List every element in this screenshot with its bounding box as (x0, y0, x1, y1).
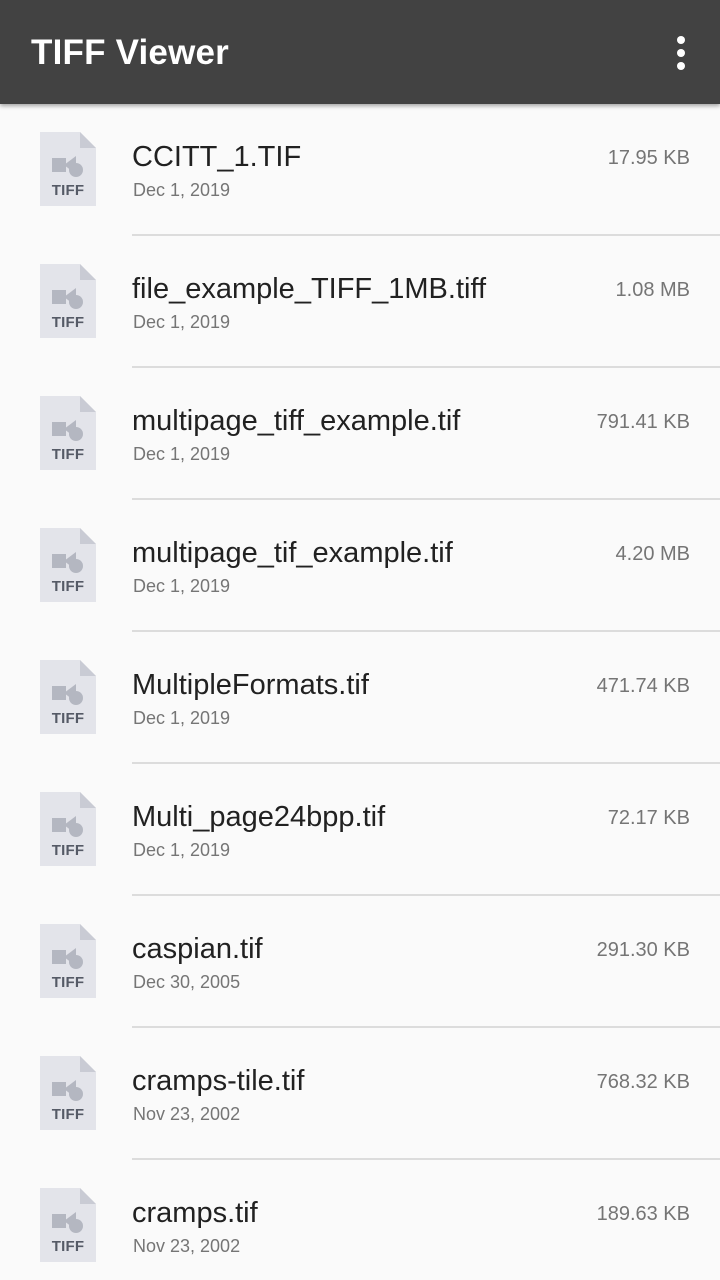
file-type-label: TIFF (51, 1238, 85, 1255)
tiff-file-icon: TIFF (40, 528, 96, 602)
file-name: multipage_tiff_example.tif (132, 405, 461, 437)
file-size: 72.17 KB (607, 807, 690, 829)
file-row[interactable]: TIFF CCITT_1.TIF Dec 1, 2019 17.95 KB (0, 104, 720, 236)
file-row[interactable]: TIFF cramps-tile.tif Nov 23, 2002 768.32… (0, 1028, 720, 1160)
file-type-label: TIFF (51, 974, 85, 991)
file-type-label: TIFF (51, 842, 85, 859)
tiff-file-icon: TIFF (40, 792, 96, 866)
file-date: Dec 1, 2019 (133, 312, 231, 332)
file-size: 768.32 KB (596, 1071, 690, 1093)
file-size: 791.41 KB (596, 411, 690, 433)
file-name: CCITT_1.TIF (132, 141, 302, 173)
file-row[interactable]: TIFF Multi_page24bpp.tif Dec 1, 2019 72.… (0, 764, 720, 896)
file-name: cramps.tif (132, 1197, 258, 1229)
tiff-file-icon: TIFF (40, 396, 96, 470)
tiff-file-icon: TIFF (40, 264, 96, 338)
tiff-viewer-app: TIFF Viewer TIFF CCITT_1.TIF Dec 1, 2019… (0, 0, 720, 1280)
file-date: Dec 1, 2019 (133, 180, 231, 200)
file-size: 471.74 KB (596, 675, 690, 697)
file-type-label: TIFF (51, 1106, 85, 1123)
file-date: Nov 23, 2002 (133, 1104, 241, 1124)
file-size: 291.30 KB (596, 939, 690, 961)
file-row[interactable]: TIFF file_example_TIFF_1MB.tiff Dec 1, 2… (0, 236, 720, 368)
file-date: Dec 1, 2019 (133, 708, 231, 728)
file-name: multipage_tif_example.tif (132, 537, 453, 569)
file-name: Multi_page24bpp.tif (132, 801, 386, 833)
file-date: Dec 30, 2005 (133, 972, 241, 992)
file-row[interactable]: TIFF cramps.tif Nov 23, 2002 189.63 KB (0, 1160, 720, 1280)
file-row[interactable]: TIFF MultipleFormats.tif Dec 1, 2019 471… (0, 632, 720, 764)
file-size: 189.63 KB (596, 1203, 690, 1225)
file-name: MultipleFormats.tif (132, 669, 369, 701)
file-date: Dec 1, 2019 (133, 840, 231, 860)
file-type-label: TIFF (51, 446, 85, 463)
file-type-label: TIFF (51, 314, 85, 331)
file-name: file_example_TIFF_1MB.tiff (132, 273, 487, 305)
more-vert-icon[interactable] (664, 30, 698, 76)
tiff-file-icon: TIFF (40, 1056, 96, 1130)
file-row[interactable]: TIFF caspian.tif Dec 30, 2005 291.30 KB (0, 896, 720, 1028)
file-date: Dec 1, 2019 (133, 444, 231, 464)
file-row[interactable]: TIFF multipage_tif_example.tif Dec 1, 20… (0, 500, 720, 632)
tiff-file-icon: TIFF (40, 1188, 96, 1262)
file-list[interactable]: TIFF CCITT_1.TIF Dec 1, 2019 17.95 KB TI… (0, 104, 720, 1280)
file-type-label: TIFF (51, 182, 85, 199)
app-title: TIFF Viewer (31, 33, 229, 72)
file-row[interactable]: TIFF multipage_tiff_example.tif Dec 1, 2… (0, 368, 720, 500)
tiff-file-icon: TIFF (40, 660, 96, 734)
app-bar: TIFF Viewer (0, 0, 720, 104)
file-type-label: TIFF (51, 578, 85, 595)
file-size: 17.95 KB (607, 147, 690, 169)
tiff-file-icon: TIFF (40, 924, 96, 998)
tiff-file-icon: TIFF (40, 132, 96, 206)
file-date: Dec 1, 2019 (133, 576, 231, 596)
file-type-label: TIFF (51, 710, 85, 727)
file-date: Nov 23, 2002 (133, 1236, 241, 1256)
file-size: 1.08 MB (615, 279, 690, 301)
file-name: cramps-tile.tif (132, 1065, 305, 1097)
file-size: 4.20 MB (615, 543, 690, 565)
file-name: caspian.tif (132, 933, 263, 965)
